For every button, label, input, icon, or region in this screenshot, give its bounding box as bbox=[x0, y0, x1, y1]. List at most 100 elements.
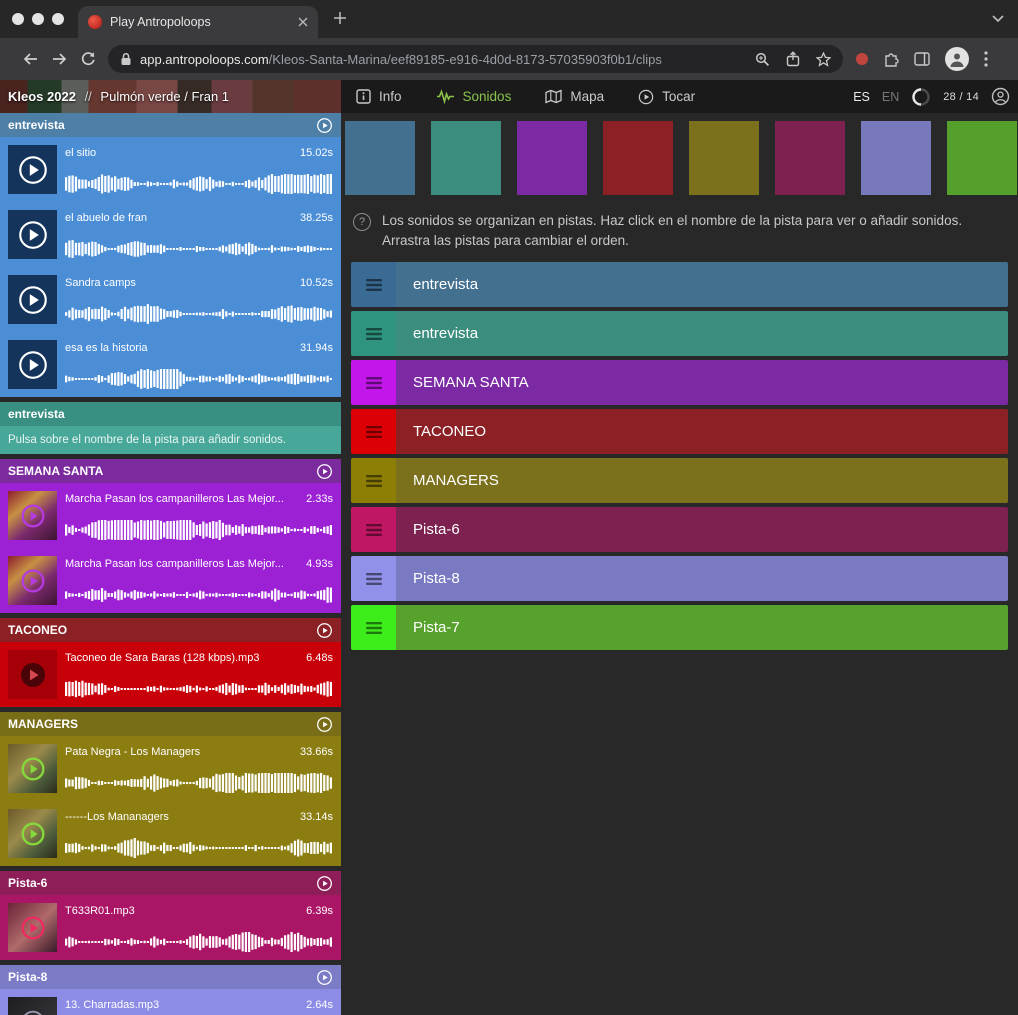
browser-menu-icon[interactable] bbox=[984, 51, 988, 67]
browser-tab[interactable]: Play Antropoloops bbox=[78, 6, 318, 38]
clip-play-button[interactable] bbox=[8, 145, 57, 194]
clip[interactable]: Marcha Pasan los campanilleros Las Mejor… bbox=[0, 483, 341, 548]
lang-en[interactable]: EN bbox=[882, 90, 899, 104]
track-swatch[interactable] bbox=[947, 121, 1017, 195]
play-track-icon[interactable] bbox=[316, 716, 333, 733]
waveform bbox=[65, 369, 333, 389]
side-panel-icon[interactable] bbox=[914, 52, 930, 66]
clip-play-button[interactable] bbox=[8, 275, 57, 324]
clip-thumbnail[interactable] bbox=[8, 650, 57, 699]
clip[interactable]: Taconeo de Sara Baras (128 kbps).mp36.48… bbox=[0, 642, 341, 707]
track-header[interactable]: Pista-6 bbox=[0, 871, 341, 895]
clip-duration: 15.02s bbox=[300, 147, 333, 159]
track-swatch[interactable] bbox=[689, 121, 759, 195]
bookmark-star-icon[interactable] bbox=[816, 52, 831, 67]
track-row[interactable]: Pista-7 bbox=[351, 605, 1008, 650]
play-track-icon[interactable] bbox=[316, 969, 333, 986]
track-swatch[interactable] bbox=[775, 121, 845, 195]
drag-handle-icon[interactable] bbox=[351, 507, 396, 552]
drag-handle-icon[interactable] bbox=[351, 458, 396, 503]
drag-handle-icon[interactable] bbox=[351, 556, 396, 601]
new-tab-button[interactable] bbox=[332, 10, 348, 26]
drag-handle-icon[interactable] bbox=[351, 605, 396, 650]
clip-name: el sitio bbox=[65, 147, 96, 159]
play-track-icon[interactable] bbox=[316, 875, 333, 892]
app-nav: Info Sonidos Mapa Tocar bbox=[356, 80, 695, 113]
browser-tab-strip: Play Antropoloops bbox=[0, 0, 1018, 38]
drag-handle-icon[interactable] bbox=[351, 311, 396, 356]
reload-icon[interactable] bbox=[80, 51, 96, 67]
track-swatch[interactable] bbox=[603, 121, 673, 195]
drag-handle-icon[interactable] bbox=[351, 409, 396, 454]
track-row[interactable]: Pista-6 bbox=[351, 507, 1008, 552]
waveform bbox=[65, 585, 333, 605]
track-row[interactable]: TACONEO bbox=[351, 409, 1008, 454]
track-header[interactable]: TACONEO bbox=[0, 618, 341, 642]
clip-thumbnail[interactable] bbox=[8, 997, 57, 1015]
lang-es[interactable]: ES bbox=[853, 90, 870, 104]
minimize-window-button[interactable] bbox=[32, 13, 44, 25]
clip[interactable]: T633R01.mp36.39s bbox=[0, 895, 341, 960]
track-row[interactable]: entrevista bbox=[351, 262, 1008, 307]
clip[interactable]: el abuelo de fran38.25s bbox=[0, 202, 341, 267]
lock-icon[interactable] bbox=[120, 52, 132, 66]
drag-handle-icon[interactable] bbox=[351, 262, 396, 307]
back-icon[interactable] bbox=[22, 51, 39, 67]
clip-thumbnail[interactable] bbox=[8, 809, 57, 858]
clip-thumbnail[interactable] bbox=[8, 744, 57, 793]
clip-thumbnail[interactable] bbox=[8, 556, 57, 605]
close-window-button[interactable] bbox=[12, 13, 24, 25]
track-row[interactable]: Pista-8 bbox=[351, 556, 1008, 601]
clip-thumbnail[interactable] bbox=[8, 491, 57, 540]
play-track-icon[interactable] bbox=[316, 463, 333, 480]
maximize-window-button[interactable] bbox=[52, 13, 64, 25]
clip-duration: 33.14s bbox=[300, 811, 333, 823]
track-header[interactable]: SEMANA SANTA bbox=[0, 459, 341, 483]
track-rows: entrevista entrevista SEMANA SANTA TACON… bbox=[351, 262, 1008, 650]
clip[interactable]: el sitio 15.02s bbox=[0, 137, 341, 202]
play-track-icon[interactable] bbox=[316, 117, 333, 134]
clip-thumbnail[interactable] bbox=[8, 903, 57, 952]
play-track-icon[interactable] bbox=[316, 622, 333, 639]
close-tab-icon[interactable] bbox=[298, 17, 308, 27]
share-icon[interactable] bbox=[786, 51, 800, 67]
zoom-icon[interactable] bbox=[755, 52, 770, 67]
account-icon[interactable] bbox=[991, 87, 1010, 106]
track-row[interactable]: MANAGERS bbox=[351, 458, 1008, 503]
clip[interactable]: Sandra camps10.52s bbox=[0, 267, 341, 332]
track-header[interactable]: entrevista bbox=[0, 402, 341, 426]
track-row[interactable]: entrevista bbox=[351, 311, 1008, 356]
clip-play-button[interactable] bbox=[8, 210, 57, 259]
breadcrumb-project[interactable]: Kleos 2022 bbox=[8, 89, 76, 104]
track-row[interactable]: SEMANA SANTA bbox=[351, 360, 1008, 405]
drag-handle-icon[interactable] bbox=[351, 360, 396, 405]
clip-name: T633R01.mp3 bbox=[65, 905, 135, 917]
track-swatch[interactable] bbox=[345, 121, 415, 195]
tab-tocar[interactable]: Tocar bbox=[638, 89, 695, 105]
url-bar[interactable]: app.antropoloops.com /Kleos-Santa-Marina… bbox=[108, 45, 843, 73]
tab-sonidos[interactable]: Sonidos bbox=[436, 89, 512, 104]
track-swatch[interactable] bbox=[517, 121, 587, 195]
track-swatch[interactable] bbox=[861, 121, 931, 195]
window-controls[interactable] bbox=[12, 13, 64, 25]
track-header[interactable]: entrevista bbox=[0, 113, 341, 137]
clip[interactable]: Marcha Pasan los campanilleros Las Mejor… bbox=[0, 548, 341, 613]
clip[interactable]: Pata Negra - Los Managers33.66s bbox=[0, 736, 341, 801]
tab-info[interactable]: Info bbox=[356, 89, 402, 104]
tab-search-chevron-icon[interactable] bbox=[992, 15, 1004, 23]
clip[interactable]: 13. Charradas.mp32.64s bbox=[0, 989, 341, 1015]
recording-extension-icon[interactable] bbox=[856, 53, 868, 65]
breadcrumb[interactable]: Kleos 2022 // Pulmón verde / Fran 1 bbox=[0, 80, 341, 113]
extensions-puzzle-icon[interactable] bbox=[883, 51, 899, 67]
forward-icon[interactable] bbox=[51, 51, 68, 67]
track-clips: Taconeo de Sara Baras (128 kbps).mp36.48… bbox=[0, 642, 341, 707]
track-header[interactable]: Pista-8 bbox=[0, 965, 341, 989]
clip[interactable]: ------Los Mananagers33.14s bbox=[0, 801, 341, 866]
track-header[interactable]: MANAGERS bbox=[0, 712, 341, 736]
tab-mapa[interactable]: Mapa bbox=[545, 89, 604, 104]
profile-avatar[interactable] bbox=[945, 47, 969, 71]
app-header: Kleos 2022 // Pulmón verde / Fran 1 Info… bbox=[0, 80, 1018, 113]
track-swatch[interactable] bbox=[431, 121, 501, 195]
clip-play-button[interactable] bbox=[8, 340, 57, 389]
clip[interactable]: esa es la historia31.94s bbox=[0, 332, 341, 397]
